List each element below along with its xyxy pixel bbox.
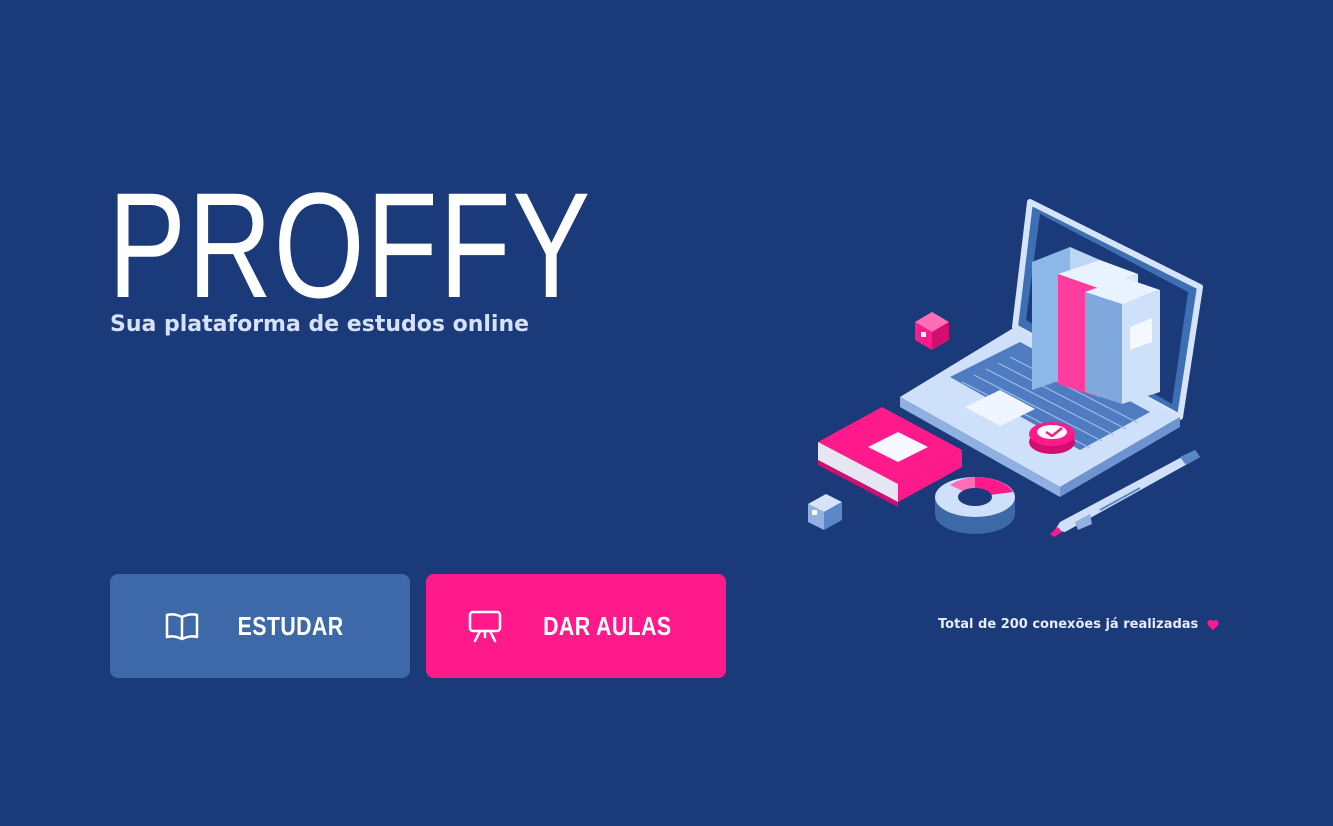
open-book-icon (164, 608, 200, 644)
heart-icon (1206, 618, 1220, 632)
teach-button[interactable]: DAR AULAS (426, 574, 726, 678)
box-illustration (808, 494, 842, 530)
clock-illustration (1029, 422, 1075, 454)
study-button[interactable]: ESTUDAR (110, 574, 410, 678)
pie-chart-illustration (935, 477, 1015, 534)
cube-illustration (915, 312, 949, 350)
study-button-label: ESTUDAR (238, 610, 344, 641)
teach-button-label: DAR AULAS (542, 610, 672, 641)
total-connections-text: Total de 200 conexões já realizadas (938, 617, 1199, 632)
hero-illustration (800, 192, 1220, 552)
total-connections: Total de 200 conexões já realizadas (938, 617, 1220, 632)
presentation-board-icon (467, 608, 503, 644)
app-logo: PROFFY (108, 161, 592, 329)
logo-container: PROFFY Sua plataforma de estudos online (108, 161, 592, 337)
